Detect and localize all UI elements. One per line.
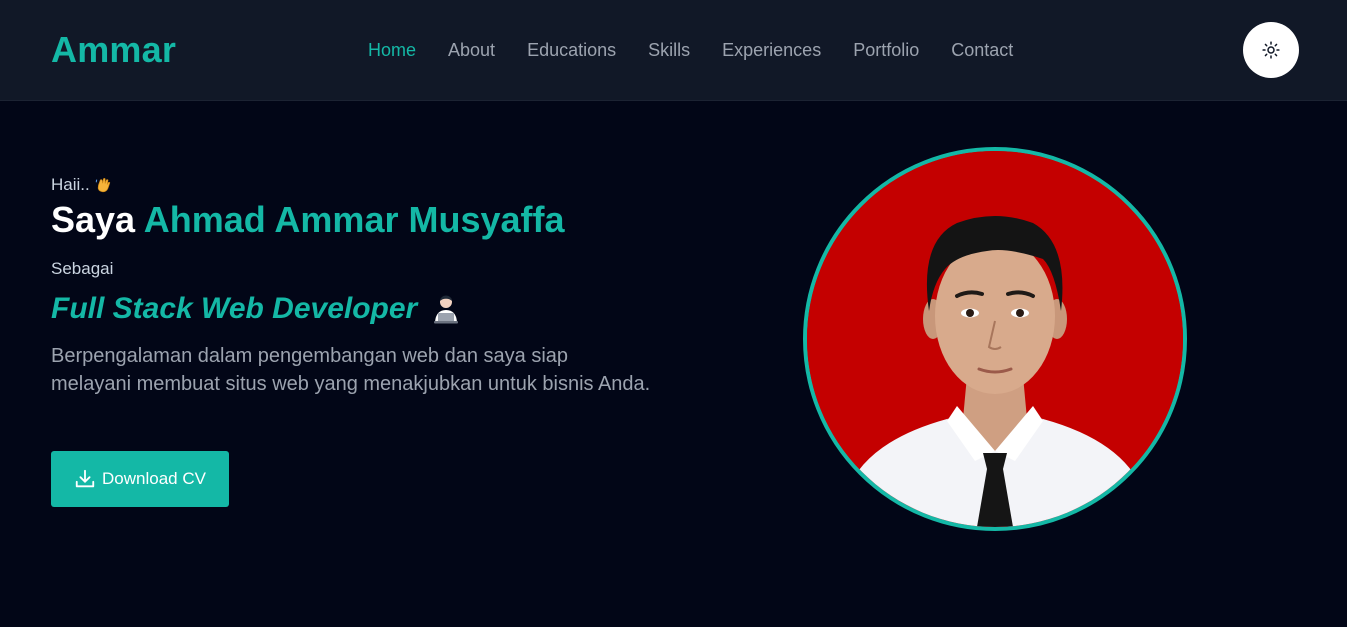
- nav-link-about[interactable]: About: [448, 38, 495, 62]
- role-title: Full Stack Web Developer: [51, 290, 463, 328]
- nav-link-home[interactable]: Home: [368, 38, 416, 62]
- profile-photo: [803, 147, 1187, 531]
- headline: Saya Ahmad Ammar Musyaffa: [51, 199, 565, 241]
- download-cv-label: Download CV: [102, 469, 206, 488]
- waving-hand-icon: [95, 178, 110, 193]
- profile-portrait: [807, 151, 1183, 527]
- greeting: Haii..: [51, 174, 112, 196]
- nav-menu: Home About Educations Skills Experiences…: [368, 38, 1045, 62]
- site-logo[interactable]: Ammar: [51, 30, 176, 70]
- hero-section: Haii.. Saya Ahmad Ammar Musyaffa Sebagai…: [0, 101, 1347, 627]
- role-intro: Sebagai: [51, 259, 114, 278]
- download-icon: [75, 469, 95, 488]
- greeting-text: Haii..: [51, 175, 90, 194]
- headline-prefix: Saya: [51, 199, 136, 240]
- sun-icon: [1262, 41, 1280, 59]
- role-text: Full Stack Web Developer: [51, 292, 418, 325]
- technologist-icon: [434, 295, 459, 324]
- headline-name: Ahmad Ammar Musyaffa: [143, 199, 565, 240]
- nav-link-contact[interactable]: Contact: [951, 38, 1013, 62]
- navbar: Ammar Home About Educations Skills Exper…: [0, 0, 1347, 101]
- download-cv-button[interactable]: Download CV: [51, 451, 229, 507]
- nav-link-educations[interactable]: Educations: [527, 38, 616, 62]
- nav-link-skills[interactable]: Skills: [648, 38, 690, 62]
- hero-description: Berpengalaman dalam pengembangan web dan…: [51, 345, 651, 395]
- theme-toggle-button[interactable]: [1243, 22, 1299, 78]
- nav-link-portfolio[interactable]: Portfolio: [853, 38, 919, 62]
- nav-link-experiences[interactable]: Experiences: [722, 38, 821, 62]
